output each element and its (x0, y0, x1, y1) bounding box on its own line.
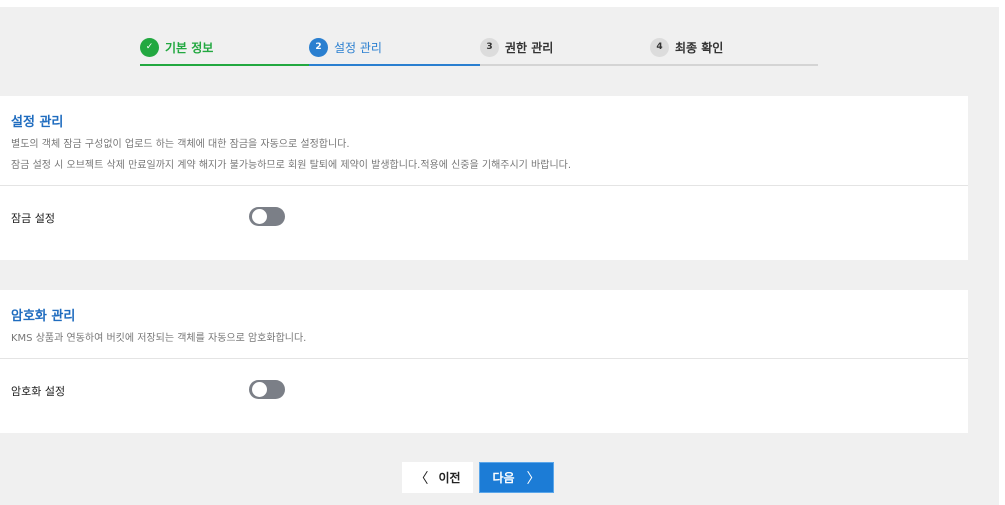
step-progress-bar (140, 64, 309, 66)
check-icon: ✓ (140, 37, 159, 57)
step-number: 2 (309, 37, 328, 57)
next-button[interactable]: 다음 〉 (479, 462, 554, 493)
top-bar (0, 0, 999, 7)
settings-panel: 설정 관리 별도의 객체 잠금 구성없이 업로드 하는 객체에 대한 잠금을 자… (0, 96, 968, 260)
encryption-setting-label: 암호화 설정 (11, 385, 66, 398)
encryption-title: 암호화 관리 (11, 309, 76, 324)
step-number: 4 (650, 37, 669, 57)
toggle-knob (252, 209, 267, 224)
step-settings[interactable]: 2 설정 관리 (309, 35, 480, 66)
settings-title: 설정 관리 (11, 115, 64, 130)
toggle-knob (252, 382, 267, 397)
step-number: 3 (480, 37, 499, 57)
step-permissions[interactable]: 3 권한 관리 (480, 35, 650, 66)
encryption-panel: 암호화 관리 KMS 상품과 연동하여 버킷에 저장되는 객체를 자동으로 암호… (0, 290, 968, 433)
step-progress-bar (650, 64, 818, 66)
step-final-confirm[interactable]: 4 최종 확인 (650, 35, 818, 66)
chevron-left-icon: 〈 (414, 470, 429, 487)
step-label: 설정 관리 (334, 40, 382, 55)
next-button-label: 다음 (492, 471, 515, 485)
step-basic-info[interactable]: ✓ 기본 정보 (140, 35, 309, 66)
right-edge (999, 0, 1005, 505)
divider (0, 358, 968, 359)
lock-setting-toggle[interactable] (249, 207, 285, 226)
prev-button[interactable]: 〈 이전 (402, 462, 473, 493)
chevron-right-icon: 〉 (526, 470, 541, 487)
encryption-setting-toggle[interactable] (249, 380, 285, 399)
settings-warning: 잠금 설정 시 오브젝트 삭제 만료일까지 계약 해지가 불가능하므로 회원 탈… (11, 160, 572, 171)
lock-setting-label: 잠금 설정 (11, 212, 55, 225)
step-label: 최종 확인 (675, 40, 724, 55)
encryption-description: KMS 상품과 연동하여 버킷에 저장되는 객체를 자동으로 암호화합니다. (11, 333, 307, 344)
prev-button-label: 이전 (438, 471, 461, 485)
step-label: 기본 정보 (165, 40, 214, 55)
step-progress-bar (480, 64, 650, 66)
step-label: 권한 관리 (505, 40, 554, 55)
wizard-stepper: ✓ 기본 정보 2 설정 관리 3 권한 관리 4 최종 확인 (140, 35, 818, 66)
settings-description: 별도의 객체 잠금 구성없이 업로드 하는 객체에 대한 잠금을 자동으로 설정… (11, 139, 350, 150)
divider (0, 185, 968, 186)
step-progress-bar (309, 64, 480, 66)
